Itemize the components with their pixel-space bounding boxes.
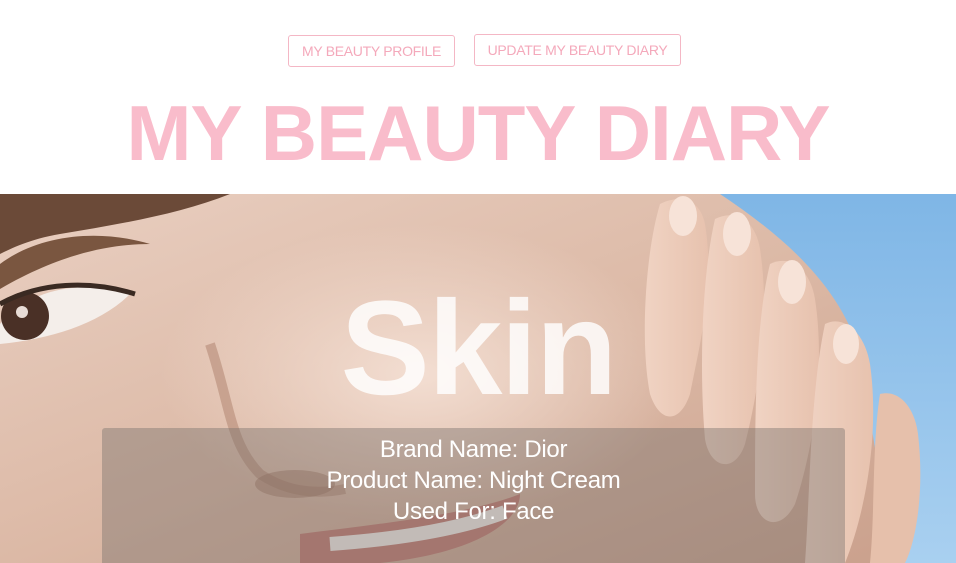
site-title: MY BEAUTY DIARY	[126, 89, 831, 177]
used-for-text: Used For: Face	[392, 498, 555, 525]
brand-name-text: Brand Name: Dior	[379, 436, 568, 463]
update-beauty-diary-button[interactable]: UPDATE MY BEAUTY DIARY	[474, 34, 681, 66]
product-name-text: Product Name: Night Cream	[326, 467, 621, 494]
my-beauty-profile-button[interactable]: MY BEAUTY PROFILE	[288, 35, 455, 67]
top-nav: MY BEAUTY PROFILE UPDATE MY BEAUTY DIARY	[0, 34, 956, 70]
hero-category-title: Skin	[340, 274, 618, 423]
hero-section: Skin Brand Name: Dior Product Name: Nigh…	[0, 194, 956, 563]
diary-entry-card: Brand Name: Dior Product Name: Night Cre…	[102, 428, 845, 563]
